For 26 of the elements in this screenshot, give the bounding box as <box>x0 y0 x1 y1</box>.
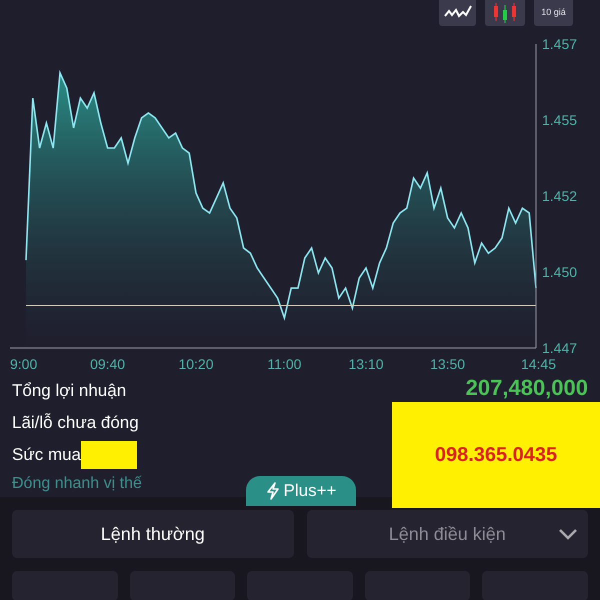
x-axis-label: 13:10 <box>348 356 384 372</box>
quick-close-link[interactable]: Đóng nhanh vị thế <box>12 471 142 497</box>
x-axis-label: 09:40 <box>90 356 126 372</box>
x-axis-label: 14:45 <box>520 356 556 372</box>
y-axis-label: 1.455 <box>542 112 578 128</box>
price-levels-button[interactable]: 10 giá <box>534 0 573 26</box>
y-axis-label: 1.457 <box>542 36 578 52</box>
order-type-tab[interactable]: Lệnh thường <box>12 510 294 558</box>
line-chart-button[interactable] <box>439 0 476 26</box>
x-axis-label: 13:50 <box>430 356 466 372</box>
y-axis-label: 1.447 <box>542 340 578 356</box>
x-axis-label: 11:00 <box>267 356 302 372</box>
y-axis-label: 1.450 <box>542 264 578 280</box>
x-axis-label: 10:20 <box>178 356 214 372</box>
candlestick-icon <box>492 3 518 23</box>
summary-label: Tổng lợi nhuận <box>12 380 126 402</box>
profit-value: 207,480,000 <box>466 377 588 399</box>
plus-tab[interactable]: Plus++ <box>246 476 356 506</box>
x-axis-label: 9:00 <box>10 356 38 372</box>
phone-note: 098.365.0435 <box>392 402 600 508</box>
y-axis-label: 1.452 <box>542 188 578 204</box>
summary-label: Lãi/lỗ chưa đóng <box>12 412 139 434</box>
lightning-icon <box>266 482 280 500</box>
summary-label: Sức mua <box>12 444 82 466</box>
candlestick-button[interactable] <box>485 0 525 26</box>
order-type-tab[interactable]: Lệnh điều kiện <box>306 510 588 558</box>
